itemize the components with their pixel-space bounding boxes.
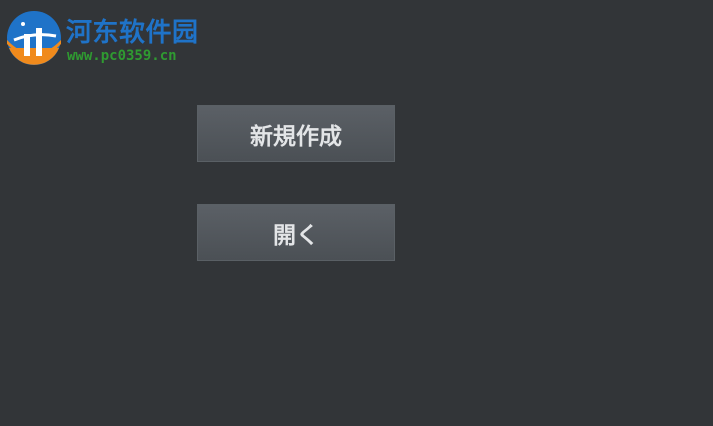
watermark-title: 河东软件园 (66, 18, 199, 48)
open-file-button[interactable]: 開く (197, 204, 395, 261)
new-file-button[interactable]: 新規作成 (197, 105, 395, 162)
watermark-logo-icon (6, 10, 62, 66)
watermark-url: www.pc0359.cn (67, 48, 177, 64)
